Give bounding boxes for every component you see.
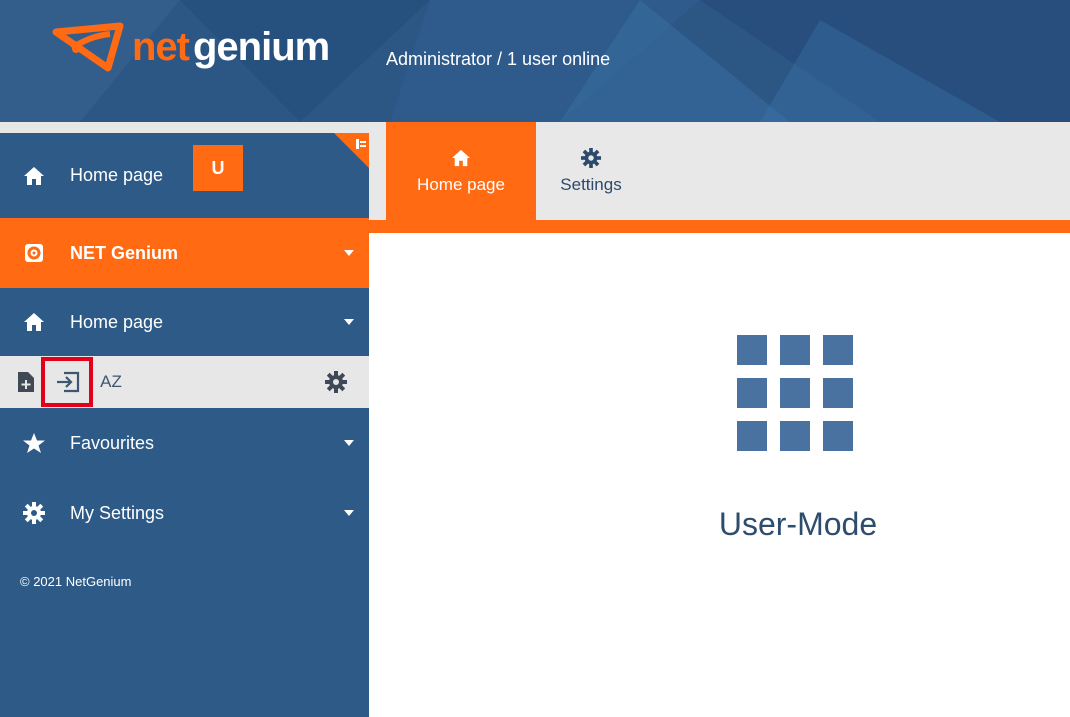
chevron-down-icon: [344, 250, 354, 256]
tab-underline: [369, 220, 1070, 233]
star-icon: [22, 431, 46, 455]
sidebar-item-favourites[interactable]: Favourites: [0, 408, 369, 478]
sidebar-home-label: Home page: [70, 165, 164, 185]
tab-home-page[interactable]: Home page: [386, 122, 536, 220]
sidebar-item-label: NET Genium: [70, 242, 179, 263]
tab-bar: Home page Settings: [369, 122, 1070, 220]
sort-az-icon[interactable]: AZ: [96, 370, 126, 394]
home-icon: [22, 164, 46, 188]
gear-badge-icon: [22, 241, 46, 265]
chevron-down-icon: [344, 440, 354, 446]
enter-icon-highlight: [41, 357, 93, 407]
home-icon: [450, 147, 472, 169]
sidebar-item-my-settings[interactable]: My Settings: [0, 478, 369, 548]
add-page-icon[interactable]: [14, 370, 38, 394]
sidebar-item-home-page[interactable]: Home page: [0, 288, 369, 356]
sidebar-item-label: Home page: [70, 311, 164, 332]
tab-label: Settings: [560, 175, 622, 194]
logo-text-net: net: [132, 24, 190, 69]
logo-text-genium: genium: [193, 24, 330, 69]
sidebar-item-net-genium[interactable]: NET Genium: [0, 218, 369, 288]
gear-icon[interactable]: [324, 370, 348, 394]
chevron-down-icon: [344, 510, 354, 516]
logo-icon: [52, 22, 124, 72]
mode-label: User-Mode: [718, 506, 878, 542]
user-mode-badge[interactable]: U: [193, 145, 243, 191]
sidebar-item-label: Favourites: [70, 432, 155, 453]
user-status[interactable]: Administrator / 1 user online: [386, 49, 610, 70]
chevron-down-icon: [344, 319, 354, 325]
copyright-text: © 2021 NetGenium: [20, 574, 132, 589]
sidebar-home-link[interactable]: Home page U: [0, 133, 369, 218]
sidebar-collapse-toggle[interactable]: [334, 133, 369, 168]
sidebar: Home page U NET Genium Home page AZ Favo…: [0, 122, 369, 717]
app-header: net genium Administrator / 1 user online: [0, 0, 1070, 122]
sidebar-top-gap: [0, 122, 369, 133]
sidebar-item-label: My Settings: [70, 502, 165, 523]
home-icon: [22, 310, 46, 334]
grid-icon: [737, 335, 853, 451]
sidebar-toolbar: AZ: [0, 356, 369, 408]
gear-icon: [22, 501, 46, 525]
tab-settings[interactable]: Settings: [536, 122, 646, 220]
tab-label: Home page: [417, 175, 505, 194]
netgenium-logo[interactable]: net genium: [50, 22, 330, 72]
gear-icon: [580, 147, 602, 169]
